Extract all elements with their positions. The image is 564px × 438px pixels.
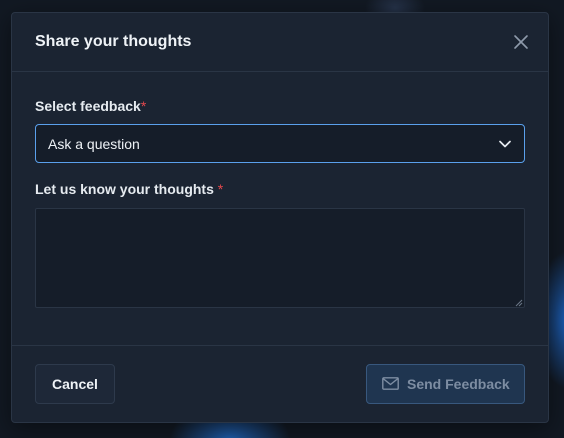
close-icon[interactable]: [512, 33, 530, 51]
feedback-type-value: Ask a question: [48, 136, 140, 152]
thoughts-textarea[interactable]: [35, 208, 525, 308]
required-marker: *: [140, 98, 147, 114]
dialog-body: Select feedback* Ask a question Let us k…: [35, 71, 525, 346]
select-feedback-label-text: Select feedback: [35, 98, 141, 114]
dialog-header: Share your thoughts: [12, 13, 548, 72]
dialog-footer: Cancel Send Feedback: [12, 345, 548, 422]
thoughts-label: Let us know your thoughts *: [35, 181, 223, 197]
select-feedback-label: Select feedback*: [35, 98, 146, 114]
resize-handle-icon[interactable]: [515, 299, 523, 307]
cancel-button[interactable]: Cancel: [35, 364, 115, 404]
thoughts-label-text: Let us know your thoughts: [35, 181, 214, 197]
chevron-down-icon: [499, 140, 511, 148]
required-marker: *: [217, 181, 224, 197]
send-feedback-label: Send Feedback: [407, 376, 510, 392]
feedback-type-select[interactable]: Ask a question: [35, 124, 525, 163]
mail-icon: [382, 377, 399, 390]
dialog-title: Share your thoughts: [35, 33, 192, 50]
feedback-dialog: Share your thoughts Select feedback* Ask…: [11, 12, 549, 423]
send-feedback-button[interactable]: Send Feedback: [366, 364, 525, 404]
